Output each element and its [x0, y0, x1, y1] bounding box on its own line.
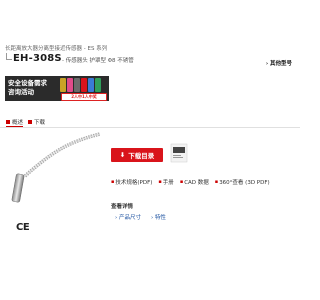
title-bracket: [6, 53, 12, 60]
download-icon: ⬇: [119, 151, 126, 159]
promo-banner[interactable]: 安全设备需求 咨询活动 2人中1人中奖: [5, 76, 109, 101]
other-models-link[interactable]: › 其他型号: [266, 59, 292, 67]
page-title: EH-308S: [13, 53, 62, 64]
link-dimensions[interactable]: › 产品尺寸: [115, 213, 141, 221]
link-label: 360°查看 (3D PDF): [219, 180, 270, 186]
banner-pill: 2人中1人中奖: [61, 93, 107, 101]
book-shape: [81, 78, 87, 92]
breadcrumb-series[interactable]: 长距离放大器分离型接近传感器 - ES 系列: [5, 44, 107, 52]
banner-line2: 咨询活动: [8, 88, 34, 96]
book-icon: ▪: [158, 179, 162, 185]
link-cad[interactable]: ▪ CAD 数据: [180, 178, 209, 186]
banner-text: 安全设备需求 咨询活动: [8, 79, 47, 97]
cad-icon: ▪: [179, 179, 184, 185]
link-label: CAD 数据: [184, 180, 209, 186]
tab-label: 概述: [12, 119, 24, 126]
book-shape: [60, 78, 66, 92]
bullet-icon: [28, 120, 32, 124]
tab-label: 下载: [34, 120, 46, 126]
ce-mark: CE: [16, 222, 30, 233]
link-label: 技术规格(PDF): [115, 180, 153, 186]
details-title: 查看详情: [111, 204, 134, 210]
book-shape: [74, 78, 80, 92]
link-features[interactable]: › 特性: [151, 213, 166, 221]
tab-download[interactable]: 下载: [28, 117, 45, 127]
document-icon: ▪: [111, 179, 115, 185]
book-shape: [95, 78, 101, 92]
model-description: - 传感器头 护罩型 Φ8 不锈管: [62, 58, 134, 64]
catalog-thumbnail[interactable]: [170, 143, 188, 163]
product-image: [11, 132, 101, 203]
resource-links: ▪ 技术规格(PDF) ▪ 手册 ▪ CAD 数据 ▪ 360°查看 (3D P…: [111, 178, 270, 186]
banner-books-image: [60, 78, 106, 92]
link-3d-view[interactable]: ▪ 360°查看 (3D PDF): [215, 178, 270, 186]
book-shape: [88, 78, 94, 92]
3d-icon: ▪: [214, 179, 219, 185]
link-label: 手册: [162, 180, 174, 186]
download-label: 下载目录: [128, 152, 155, 160]
book-shape: [67, 78, 73, 92]
link-spec-pdf[interactable]: ▪ 技术规格(PDF): [111, 178, 152, 186]
download-catalog-button[interactable]: ⬇ 下载目录: [111, 148, 163, 162]
banner-line1: 安全设备需求: [8, 79, 47, 87]
bullet-icon: [6, 119, 10, 124]
details-links: › 产品尺寸 › 特性: [115, 213, 166, 221]
link-manual[interactable]: ▪ 手册: [158, 178, 173, 186]
